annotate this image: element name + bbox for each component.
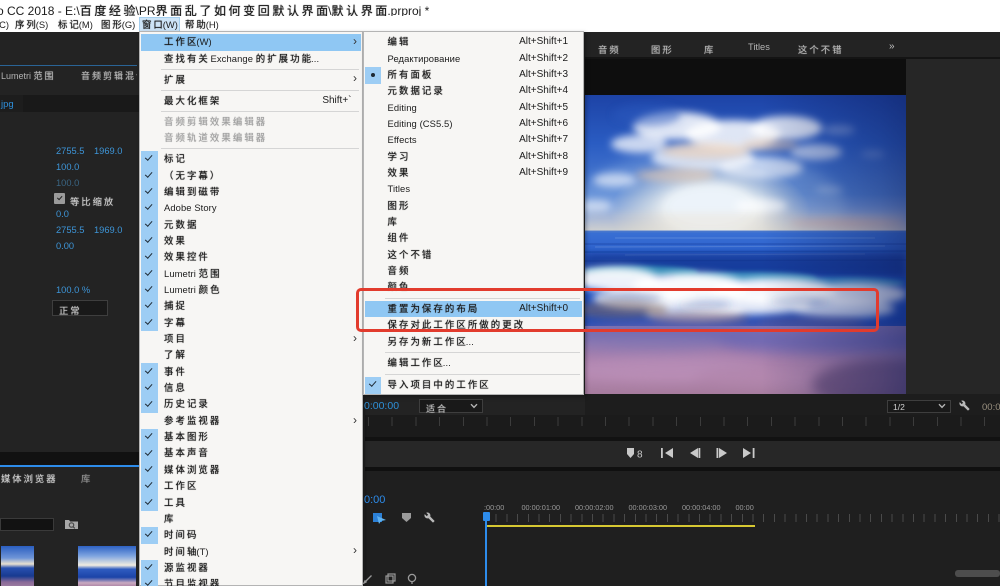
svg-text:8: 8 bbox=[637, 449, 643, 459]
